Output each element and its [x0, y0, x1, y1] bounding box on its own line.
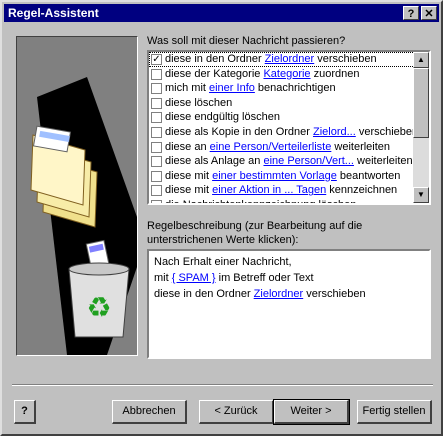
action-text: diese an — [165, 140, 210, 153]
action-parameter-link[interactable]: Kategorie — [263, 68, 310, 80]
action-item[interactable]: diese mit einer bestimmten Vorlage beant… — [149, 169, 415, 184]
action-text: weiterleiten — [331, 140, 391, 153]
next-button[interactable]: Weiter > — [273, 399, 350, 425]
action-text: verschieben — [355, 125, 419, 138]
scroll-down-button[interactable]: ▼ — [413, 187, 429, 203]
action-text: diese mit — [165, 184, 213, 197]
action-checkbox[interactable] — [151, 185, 162, 197]
action-parameter-link[interactable]: einer bestimmten Vorlage — [212, 170, 337, 182]
rule-description-box: Nach Erhalt einer Nachricht, mit { SPAM … — [147, 249, 431, 359]
action-item[interactable]: diese der Kategorie Kategorie zuordnen — [149, 67, 415, 82]
svg-text:♻: ♻ — [86, 291, 111, 324]
back-button[interactable]: < Zurück — [199, 400, 274, 424]
action-text: mich mit — [165, 82, 209, 95]
action-checkbox[interactable] — [151, 141, 162, 153]
wizard-illustration: ♻ — [16, 36, 138, 356]
actions-scrollbar[interactable]: ▲ ▼ — [413, 52, 429, 203]
action-text: benachrichtigen — [254, 82, 336, 95]
description-text: mit — [154, 272, 172, 284]
action-item[interactable]: diese als Anlage an eine Person/Vert... … — [149, 154, 415, 169]
action-item[interactable]: diese an eine Person/Verteilerliste weit… — [149, 140, 415, 155]
action-item[interactable]: ✓ diese in den Ordner Zielordner verschie… — [149, 52, 415, 67]
description-line-2: mit { SPAM } im Betreff oder Text — [154, 270, 424, 286]
description-text: verschieben — [303, 288, 366, 300]
action-text: diese endgültig löschen — [165, 111, 280, 124]
action-checkbox[interactable] — [151, 156, 162, 168]
description-label-line2: unterstrichenen Werte klicken): — [147, 234, 299, 246]
action-checkbox[interactable] — [151, 68, 162, 80]
action-item[interactable]: mich mit einer Info benachrichtigen — [149, 81, 415, 96]
spam-condition-link[interactable]: { SPAM } — [172, 272, 216, 284]
target-folder-link[interactable]: Zielordner — [254, 288, 304, 300]
action-item[interactable]: diese löschen — [149, 96, 415, 111]
action-item[interactable]: diese mit einer Aktion in ... Tagen kenn… — [149, 183, 415, 198]
action-text: diese als Anlage an — [165, 155, 264, 168]
action-text: diese löschen — [165, 96, 233, 109]
window-title: Regel-Assistent — [8, 6, 99, 20]
actions-list[interactable]: ✓ diese in den Ordner Zielordner verschie… — [147, 50, 431, 205]
folders-recycle-bin-illustration: ♻ — [30, 77, 137, 355]
description-line-3: diese in den Ordner Zielordner verschieb… — [154, 286, 424, 302]
action-checkbox[interactable] — [151, 83, 162, 95]
action-checkbox[interactable] — [151, 170, 162, 182]
action-parameter-link[interactable]: einer Info — [209, 82, 255, 94]
close-button[interactable]: ✕ — [421, 6, 437, 20]
cancel-button[interactable]: Abbrechen — [112, 400, 187, 424]
description-line-1: Nach Erhalt einer Nachricht, — [154, 256, 292, 268]
action-checkbox[interactable] — [151, 97, 162, 109]
action-text: die Nachrichtenkennzeichnung löschen — [165, 198, 357, 205]
action-text: verschieben — [314, 53, 377, 65]
finish-button[interactable]: Fertig stellen — [357, 400, 432, 424]
action-text: diese mit — [165, 169, 213, 182]
action-text: diese in den Ordner — [165, 53, 265, 65]
action-parameter-link[interactable]: eine Person/Verteilerliste — [210, 141, 332, 153]
action-checkbox[interactable] — [151, 199, 162, 203]
title-bar[interactable]: Regel-Assistent ? ✕ — [4, 4, 439, 22]
scroll-thumb[interactable] — [413, 68, 429, 138]
button-separator — [12, 384, 433, 386]
help-icon-button[interactable]: ? — [14, 400, 36, 424]
description-label-line1: Regelbeschreibung (zur Bearbeitung auf d… — [147, 220, 363, 232]
action-item[interactable]: diese endgültig löschen — [149, 110, 415, 125]
scroll-up-button[interactable]: ▲ — [413, 52, 429, 68]
action-item[interactable]: diese als Kopie in den Ordner Zielord...… — [149, 125, 419, 140]
action-text: weiterleiten — [353, 155, 413, 168]
action-text: kennzeichnen — [326, 184, 398, 197]
description-text: diese in den Ordner — [154, 288, 254, 300]
action-text: diese als Kopie in den Ordner — [165, 125, 313, 138]
rule-wizard-window: Regel-Assistent ? ✕ ♻ Was soll mit diese… — [0, 0, 443, 436]
help-title-button[interactable]: ? — [403, 6, 419, 20]
description-text: im Betreff oder Text — [215, 272, 314, 284]
action-text: zuordnen — [310, 67, 360, 80]
action-item[interactable]: die Nachrichtenkennzeichnung löschen — [149, 198, 415, 205]
action-text: diese der Kategorie — [165, 67, 264, 80]
actions-items: ✓ diese in den Ordner Zielordner verschie… — [149, 52, 419, 205]
action-checkbox[interactable] — [151, 112, 162, 124]
action-parameter-link[interactable]: einer Aktion in ... Tagen — [212, 184, 326, 196]
question-label: Was soll mit dieser Nachricht passieren? — [147, 35, 346, 47]
action-text: beantworten — [336, 169, 401, 182]
action-checkbox[interactable] — [151, 126, 162, 138]
action-parameter-link[interactable]: Zielord... — [313, 126, 356, 138]
action-checkbox[interactable]: ✓ — [151, 54, 162, 65]
action-parameter-link[interactable]: Zielordner — [265, 53, 315, 65]
action-parameter-link[interactable]: eine Person/Vert... — [263, 155, 354, 167]
